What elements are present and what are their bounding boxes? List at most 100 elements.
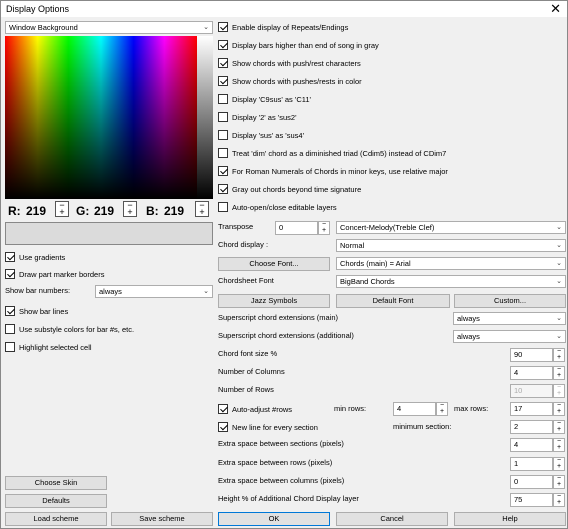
num-columns-stepper[interactable]: 4− +	[510, 366, 566, 380]
superscript-main-label: Superscript chord extensions (main)	[218, 313, 339, 322]
chord-font-size-label: Chord font size %	[218, 349, 278, 358]
min-rows-label: min rows:	[334, 404, 367, 413]
choose-font-button[interactable]: Choose Font...	[218, 257, 330, 271]
num-rows-stepper: 10− +	[510, 384, 566, 398]
stepper-value[interactable]: 2	[510, 420, 553, 434]
element-combo[interactable]: Window Background ⌄	[5, 21, 213, 34]
stepper-value[interactable]: 4	[510, 438, 553, 452]
jazz-symbols-button[interactable]: Jazz Symbols	[218, 294, 330, 308]
num-rows-label: Number of Rows	[218, 385, 274, 394]
spin-buttons[interactable]: − +	[436, 402, 448, 416]
r-stepper[interactable]: − +	[55, 201, 69, 217]
defaults-button[interactable]: Defaults	[5, 494, 107, 508]
stepper-value[interactable]: 0	[510, 475, 553, 489]
transpose-label: Transpose	[218, 222, 254, 231]
use-substyle-checkbox[interactable]: Use substyle colors for bar #s, etc.	[5, 323, 134, 335]
chord-font-combo[interactable]: Chords (main) = Arial ⌄	[336, 257, 566, 270]
height-pct-label: Height % of Additional Chord Display lay…	[218, 494, 359, 503]
chord-font-size-stepper[interactable]: 90− +	[510, 348, 566, 362]
transpose-stepper[interactable]: 0 − +	[275, 221, 331, 235]
checkbox-box	[218, 76, 228, 86]
option-checkbox-3[interactable]: Show chords with pushes/rests in color	[218, 75, 362, 87]
superscript-main-combo[interactable]: always ⌄	[453, 312, 566, 325]
stepper-value[interactable]: 90	[510, 348, 553, 362]
checkbox-box	[218, 94, 228, 104]
spin-buttons[interactable]: − +	[553, 402, 565, 416]
checkbox-box	[218, 22, 228, 32]
spin-buttons[interactable]: − +	[318, 221, 330, 235]
chevron-down-icon: ⌄	[203, 24, 209, 31]
save-scheme-button[interactable]: Save scheme	[111, 512, 213, 526]
spin-buttons[interactable]: − +	[553, 475, 565, 489]
stepper-value[interactable]: 4	[510, 366, 553, 380]
checkbox-label: Show chords with push/rest characters	[232, 58, 361, 68]
min-rows-stepper[interactable]: 4− +	[393, 402, 449, 416]
brightness-bar[interactable]	[197, 36, 213, 199]
use-gradients-checkbox[interactable]: Use gradients	[5, 251, 65, 263]
extra-sections-label: Extra space between sections (pixels)	[218, 439, 344, 448]
transpose-value[interactable]: 0	[275, 221, 318, 235]
option-checkbox-5[interactable]: Display '2' as 'sus2'	[218, 111, 297, 123]
spin-buttons[interactable]: − +	[553, 493, 565, 507]
load-scheme-button[interactable]: Load scheme	[5, 512, 107, 526]
extra-sections-stepper[interactable]: 4− +	[510, 438, 566, 452]
show-bar-lines-checkbox[interactable]: Show bar lines	[5, 305, 68, 317]
chordsheet-font-combo[interactable]: BigBand Chords ⌄	[336, 275, 566, 288]
chordsheet-font-label: Chordsheet Font	[218, 276, 274, 285]
option-checkbox-9[interactable]: Gray out chords beyond time signature	[218, 183, 361, 195]
spin-buttons[interactable]: − +	[553, 457, 565, 471]
checkbox-label: Display 'C9sus' as 'C11'	[232, 94, 311, 104]
option-checkbox-2[interactable]: Show chords with push/rest characters	[218, 57, 361, 69]
draw-part-marker-checkbox[interactable]: Draw part marker borders	[5, 268, 104, 280]
stepper-value[interactable]: 75	[510, 493, 553, 507]
checkbox-label: Show chords with pushes/rests in color	[232, 76, 362, 86]
num-columns-label: Number of Columns	[218, 367, 285, 376]
option-checkbox-7[interactable]: Treat 'dim' chord as a diminished triad …	[218, 147, 446, 159]
show-bar-numbers-combo[interactable]: always ⌄	[95, 285, 213, 298]
display-options-dialog: Display Options ✕ Window Background ⌄ R: …	[0, 0, 568, 529]
stepper-value[interactable]: 17	[510, 402, 553, 416]
min-section-stepper[interactable]: 2− +	[510, 420, 566, 434]
help-button[interactable]: Help	[454, 512, 566, 526]
spin-buttons[interactable]: − +	[553, 348, 565, 362]
option-checkbox-0[interactable]: Enable display of Repeats/Endings	[218, 21, 348, 33]
new-line-section-checkbox[interactable]: New line for every section	[218, 421, 318, 433]
option-checkbox-8[interactable]: For Roman Numerals of Chords in minor ke…	[218, 165, 448, 177]
stepper-value[interactable]: 4	[393, 402, 436, 416]
transpose-combo[interactable]: Concert-Melody(Treble Clef) ⌄	[336, 221, 566, 234]
option-checkbox-4[interactable]: Display 'C9sus' as 'C11'	[218, 93, 311, 105]
r-label: R:	[8, 204, 21, 218]
close-icon[interactable]: ✕	[550, 1, 561, 17]
spin-buttons[interactable]: − +	[553, 438, 565, 452]
checkbox-box	[5, 324, 15, 334]
checkbox-label: Use substyle colors for bar #s, etc.	[19, 324, 135, 334]
ok-button[interactable]: OK	[218, 512, 330, 526]
highlight-cell-checkbox[interactable]: Highlight selected cell	[5, 341, 92, 353]
spin-buttons[interactable]: − +	[553, 420, 565, 434]
choose-skin-button[interactable]: Choose Skin	[5, 476, 107, 490]
height-pct-stepper[interactable]: 75− +	[510, 493, 566, 507]
combo-value: Chords (main) = Arial	[340, 259, 411, 268]
spin-buttons[interactable]: − +	[553, 366, 565, 380]
superscript-add-combo[interactable]: always ⌄	[453, 330, 566, 343]
stepper-value[interactable]: 1	[510, 457, 553, 471]
g-stepper[interactable]: − +	[123, 201, 137, 217]
default-font-button[interactable]: Default Font	[336, 294, 450, 308]
auto-adjust-checkbox[interactable]: Auto-adjust #rows	[218, 403, 292, 415]
color-spectrum[interactable]	[5, 36, 197, 199]
min-section-label: minimum section:	[393, 422, 452, 431]
element-combo-value: Window Background	[9, 23, 78, 32]
b-stepper[interactable]: − +	[195, 201, 209, 217]
combo-value: Normal	[340, 241, 365, 250]
option-checkbox-10[interactable]: Auto-open/close editable layers	[218, 201, 337, 213]
cancel-button[interactable]: Cancel	[336, 512, 448, 526]
chevron-down-icon: ⌄	[556, 278, 562, 285]
extra-columns-stepper[interactable]: 0− +	[510, 475, 566, 489]
max-rows-stepper[interactable]: 17− +	[510, 402, 566, 416]
custom-button[interactable]: Custom...	[454, 294, 566, 308]
option-checkbox-1[interactable]: Display bars higher than end of song in …	[218, 39, 379, 51]
extra-rows-stepper[interactable]: 1− +	[510, 457, 566, 471]
checkbox-box	[218, 130, 228, 140]
chord-display-combo[interactable]: Normal ⌄	[336, 239, 566, 252]
option-checkbox-6[interactable]: Display 'sus' as 'sus4'	[218, 129, 304, 141]
